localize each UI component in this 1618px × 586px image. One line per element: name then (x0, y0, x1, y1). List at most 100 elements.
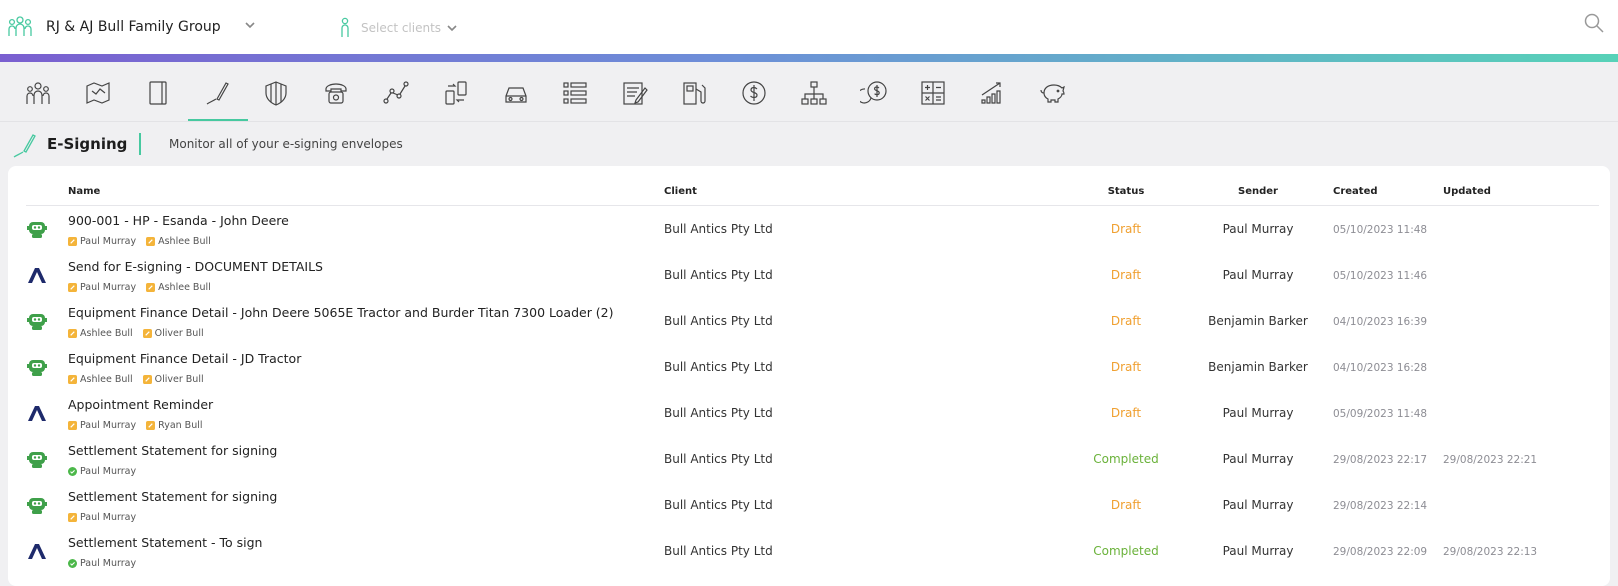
signer-list: Ashlee Bull Oliver Bull (68, 369, 214, 385)
coins-icon[interactable] (859, 78, 889, 108)
page-subtitle: Monitor all of your e-signing envelopes (169, 137, 403, 151)
table-row[interactable]: Settlement Statement - To sign Paul Murra… (8, 530, 1610, 576)
dollar-icon[interactable] (739, 78, 769, 108)
search-icon[interactable] (1583, 12, 1605, 34)
created-date: 29/08/2023 22:09 (1333, 546, 1428, 558)
envelope-name[interactable]: Appointment Reminder (68, 397, 213, 412)
status-badge: Draft (1110, 498, 1142, 512)
signer-name: Ashlee Bull (158, 282, 211, 293)
envelope-name[interactable]: Equipment Finance Detail - John Deere 50… (68, 305, 614, 320)
page-title: E-Signing (47, 135, 128, 153)
column-header-updated[interactable]: Updated (1443, 186, 1491, 197)
phone-icon[interactable] (321, 78, 351, 108)
sender-name: Paul Murray (1222, 452, 1294, 466)
signer-name: Ryan Bull (158, 420, 203, 431)
table-row[interactable]: Equipment Finance Detail - JD Tractor Ash… (8, 346, 1610, 392)
edit-icon (68, 421, 80, 430)
column-header-name[interactable]: Name (68, 186, 100, 197)
status-badge: Draft (1110, 268, 1142, 282)
edit-icon (142, 329, 155, 338)
line-chart-icon[interactable] (381, 78, 411, 108)
check-circle-icon (68, 467, 80, 476)
signer: Paul Murray (68, 466, 136, 477)
signer-list: Paul Murray (68, 461, 146, 477)
envelope-name[interactable]: 900-001 - HP - Esanda - John Deere (68, 213, 289, 228)
client-name: Bull Antics Pty Ltd (664, 406, 773, 420)
created-date: 29/08/2023 22:17 (1333, 454, 1428, 466)
signer: Ashlee Bull (146, 282, 211, 293)
client-selector[interactable]: Select clients (361, 21, 441, 35)
column-header-status[interactable]: Status (1106, 186, 1146, 197)
adobe-sign-icon (26, 264, 48, 286)
signer: Oliver Bull (142, 374, 204, 385)
table-row[interactable]: Settlement Statement for signing Paul Mur… (8, 484, 1610, 530)
list-icon[interactable] (560, 78, 590, 108)
piggy-bank-icon[interactable] (1038, 78, 1068, 108)
sender-name: Paul Murray (1222, 268, 1294, 282)
signer-list: Ashlee Bull Oliver Bull (68, 323, 214, 339)
table-row[interactable]: Appointment Reminder Paul Murray Ryan Bull… (8, 392, 1610, 438)
client-name: Bull Antics Pty Ltd (664, 452, 773, 466)
client-name: Bull Antics Pty Ltd (664, 544, 773, 558)
form-icon[interactable] (620, 78, 650, 108)
signer: Paul Murray (68, 420, 136, 431)
table-row[interactable]: Settlement Statement for signing Paul Mur… (8, 438, 1610, 484)
envelope-name[interactable]: Settlement Statement for signing (68, 443, 277, 458)
signer-list: Paul Murray (68, 553, 146, 569)
column-header-created[interactable]: Created (1333, 186, 1378, 197)
group-selector[interactable]: RJ & AJ Bull Family Group (46, 19, 221, 35)
column-header-client[interactable]: Client (664, 186, 697, 197)
signer-name: Ashlee Bull (80, 374, 133, 385)
envelope-name[interactable]: Equipment Finance Detail - JD Tractor (68, 351, 301, 366)
updated-date: 29/08/2023 22:21 (1443, 454, 1538, 466)
family-group-icon (8, 16, 32, 36)
person-icon (341, 17, 349, 37)
transfer-icon[interactable] (441, 78, 471, 108)
signer: Ashlee Bull (68, 374, 133, 385)
edit-icon (146, 237, 158, 246)
client-name: Bull Antics Pty Ltd (664, 222, 773, 236)
signer: Paul Murray (68, 512, 136, 523)
sender-name: Benjamin Barker (1208, 360, 1308, 374)
signer-list: Paul Murray Ashlee Bull (68, 231, 221, 247)
signer-name: Paul Murray (80, 558, 137, 569)
sender-name: Paul Murray (1222, 498, 1294, 512)
client-name: Bull Antics Pty Ltd (664, 268, 773, 282)
table-row[interactable]: Equipment Finance Detail - John Deere 50… (8, 300, 1610, 346)
adobe-sign-icon (26, 540, 48, 562)
signer-list: Paul Murray Ashlee Bull (68, 277, 221, 293)
chevron-down-icon[interactable] (444, 20, 460, 36)
signer: Ashlee Bull (68, 328, 133, 339)
chevron-down-icon[interactable] (242, 17, 258, 33)
edit-icon (68, 513, 80, 522)
status-badge: Draft (1110, 406, 1142, 420)
created-date: 04/10/2023 16:39 (1333, 316, 1428, 328)
envelope-name[interactable]: Settlement Statement for signing (68, 489, 277, 504)
e-signing-icon[interactable] (203, 78, 233, 108)
envelope-name[interactable]: Send for E-signing - DOCUMENT DETAILS (68, 259, 323, 274)
table-row[interactable]: 900-001 - HP - Esanda - John Deere Paul M… (8, 208, 1610, 254)
adobe-sign-icon (26, 402, 48, 424)
signer: Paul Murray (68, 558, 136, 569)
fuel-icon[interactable] (679, 78, 709, 108)
table-row[interactable]: Send for E-signing - DOCUMENT DETAILS Pau… (8, 254, 1610, 300)
calculator-icon[interactable] (918, 78, 948, 108)
toolbar-divider (0, 121, 1618, 122)
notebook-icon[interactable] (143, 78, 173, 108)
robot-icon (26, 218, 48, 240)
signer-name: Paul Murray (80, 466, 137, 477)
growth-icon[interactable] (978, 78, 1008, 108)
header-divider (26, 205, 1599, 206)
map-icon[interactable] (83, 78, 113, 108)
envelope-name[interactable]: Settlement Statement - To sign (68, 535, 262, 550)
shield-icon[interactable] (261, 78, 291, 108)
column-header-sender[interactable]: Sender (1238, 186, 1278, 197)
sender-name: Paul Murray (1222, 222, 1294, 236)
family-icon[interactable] (23, 78, 53, 108)
client-name: Bull Antics Pty Ltd (664, 498, 773, 512)
hierarchy-icon[interactable] (799, 78, 829, 108)
edit-icon (142, 375, 155, 384)
signer-name: Ashlee Bull (80, 328, 133, 339)
signer: Paul Murray (68, 282, 136, 293)
car-icon[interactable] (501, 78, 531, 108)
